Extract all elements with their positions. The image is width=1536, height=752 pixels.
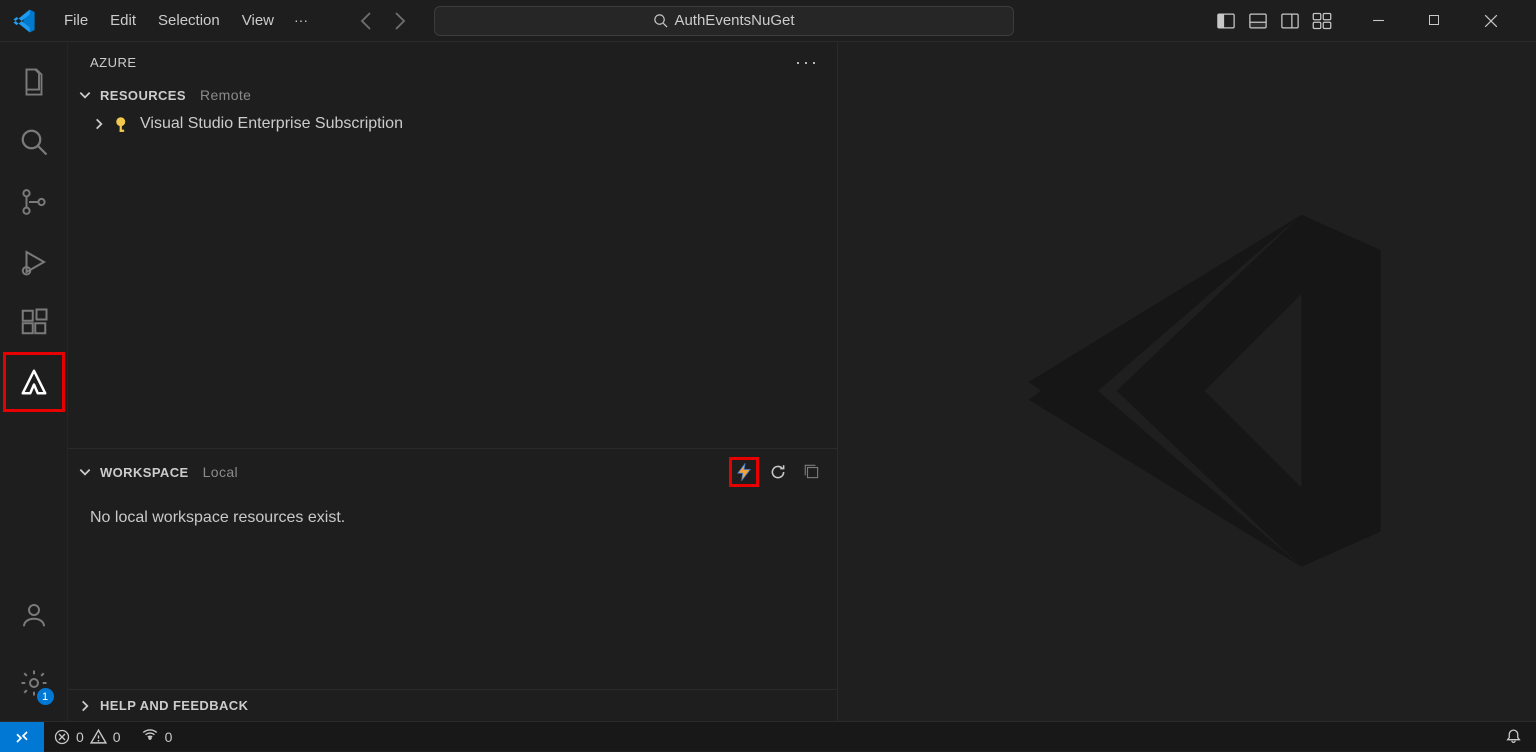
refresh-button[interactable] [763, 457, 793, 487]
settings-gear-icon[interactable]: 1 [4, 653, 64, 713]
workspace-label: WORKSPACE [100, 465, 189, 480]
menu-edit[interactable]: Edit [100, 6, 146, 35]
errors-count: 0 [76, 729, 84, 745]
warnings-count: 0 [113, 729, 121, 745]
subscription-label: Visual Studio Enterprise Subscription [140, 115, 403, 133]
toggle-primary-sidebar-icon[interactable] [1216, 11, 1236, 31]
help-label: HELP AND FEEDBACK [100, 698, 248, 713]
run-debug-icon[interactable] [4, 232, 64, 292]
command-center-search[interactable]: AuthEventsNuGet [434, 6, 1014, 36]
vscode-logo-icon [0, 8, 48, 34]
chevron-down-icon [78, 465, 92, 479]
collapse-all-button[interactable] [797, 457, 827, 487]
resources-header[interactable]: RESOURCES Remote [68, 79, 837, 111]
remote-indicator[interactable] [0, 722, 44, 752]
close-button[interactable] [1484, 14, 1518, 28]
title-bar: File Edit Selection View ··· AuthEventsN… [0, 0, 1536, 42]
nav-forward-icon[interactable] [388, 10, 410, 32]
menu-bar: File Edit Selection View ··· [54, 6, 316, 35]
workspace-empty-message: No local workspace resources exist. [68, 495, 837, 537]
menu-file[interactable]: File [54, 6, 98, 35]
settings-badge: 1 [37, 688, 54, 705]
ports-status[interactable]: 0 [131, 728, 183, 746]
body-area: 1 AZURE ··· RESOURCES Remote [0, 42, 1536, 721]
create-function-button[interactable] [729, 457, 759, 487]
menu-selection[interactable]: Selection [148, 6, 230, 35]
window-controls [1372, 14, 1518, 28]
workspace-sublabel: Local [203, 464, 238, 480]
workspace-header[interactable]: WORKSPACE Local [68, 449, 837, 495]
chevron-right-icon [78, 699, 92, 713]
menu-overflow[interactable]: ··· [286, 6, 316, 35]
azure-sidebar: AZURE ··· RESOURCES Remote Visual Studio… [68, 42, 838, 721]
azure-icon[interactable] [3, 352, 65, 412]
customize-layout-icon[interactable] [1312, 11, 1332, 31]
sidebar-title-row: AZURE ··· [68, 42, 837, 79]
accounts-icon[interactable] [4, 585, 64, 645]
nav-back-icon[interactable] [356, 10, 378, 32]
nav-arrows [356, 10, 410, 32]
title-right [1216, 11, 1536, 31]
editor-area [838, 42, 1536, 721]
workspace-actions [729, 457, 827, 487]
source-control-icon[interactable] [4, 172, 64, 232]
search-icon[interactable] [4, 112, 64, 172]
activity-bar: 1 [0, 42, 68, 721]
sidebar-more-icon[interactable]: ··· [795, 52, 819, 73]
chevron-down-icon [78, 88, 92, 102]
workspace-section: WORKSPACE Local No local wor [68, 448, 837, 689]
menu-view[interactable]: View [232, 6, 284, 35]
explorer-icon[interactable] [4, 52, 64, 112]
notifications-bell-icon[interactable] [1491, 728, 1536, 745]
problems-status[interactable]: 0 0 [44, 728, 131, 745]
status-bar: 0 0 0 [0, 721, 1536, 751]
help-section: HELP AND FEEDBACK [68, 689, 837, 721]
lightning-icon [734, 462, 754, 482]
maximize-button[interactable] [1428, 14, 1462, 28]
minimize-button[interactable] [1372, 14, 1406, 28]
subscription-row[interactable]: Visual Studio Enterprise Subscription [68, 111, 837, 137]
sidebar-title: AZURE [90, 55, 137, 70]
resources-sublabel: Remote [200, 87, 251, 103]
search-text: AuthEventsNuGet [674, 12, 794, 29]
chevron-right-icon [92, 117, 106, 131]
help-header[interactable]: HELP AND FEEDBACK [68, 690, 837, 721]
ports-count: 0 [165, 729, 173, 745]
layout-controls [1216, 11, 1332, 31]
toggle-secondary-sidebar-icon[interactable] [1280, 11, 1300, 31]
resources-label: RESOURCES [100, 88, 186, 103]
extensions-icon[interactable] [4, 292, 64, 352]
toggle-panel-icon[interactable] [1248, 11, 1268, 31]
vscode-watermark-icon [985, 170, 1425, 610]
resources-section: RESOURCES Remote Visual Studio Enterpris… [68, 79, 837, 448]
key-icon [114, 115, 132, 133]
